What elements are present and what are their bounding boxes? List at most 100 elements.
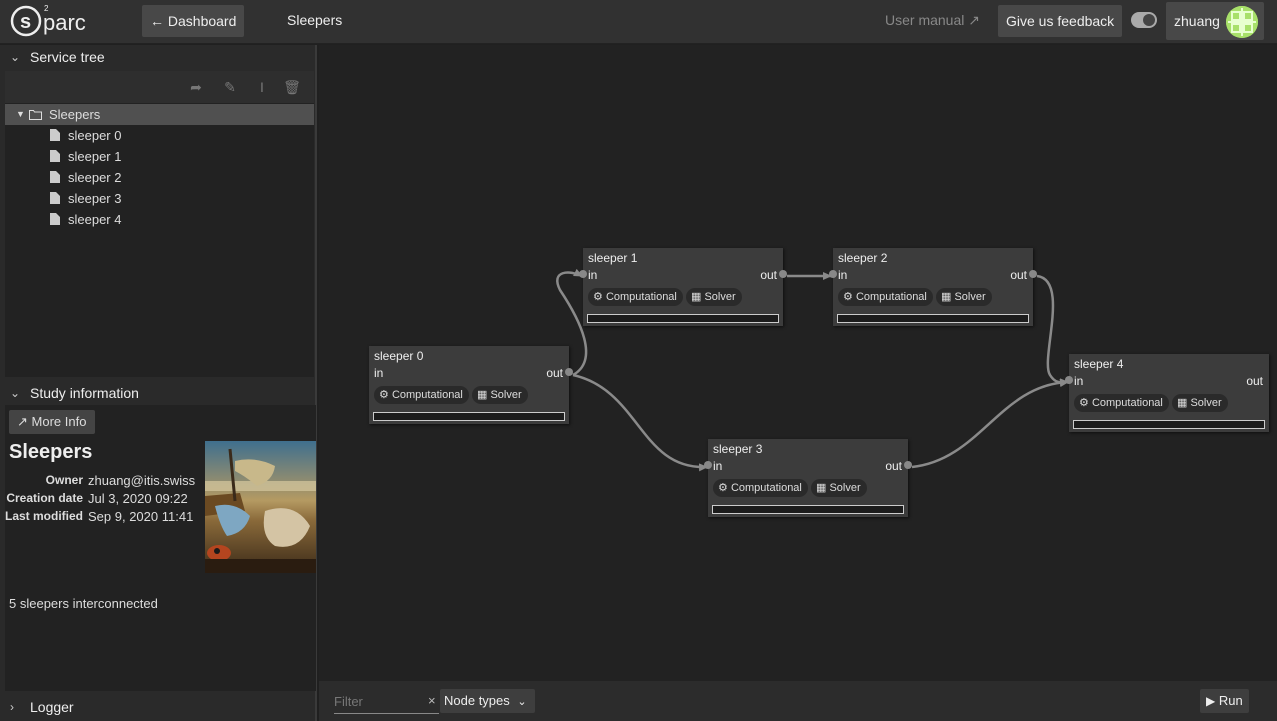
progress-bar xyxy=(1073,420,1265,429)
node-title: sleeper 3 xyxy=(713,442,763,456)
node-sleeper-2[interactable]: sleeper 2 in out ⚙ Computational ▦ Solve… xyxy=(829,248,1037,326)
file-icon xyxy=(50,129,60,141)
trash-icon[interactable]: 🗑 xyxy=(282,77,302,97)
input-port-label: in xyxy=(1074,374,1084,388)
theme-toggle[interactable] xyxy=(1131,12,1157,28)
dashboard-button[interactable]: ← Dashboard xyxy=(142,5,245,37)
computational-chip: ⚙ Computational xyxy=(374,386,469,404)
calculator-icon: ▦ xyxy=(691,291,702,303)
avatar xyxy=(1225,6,1258,39)
toggle-knob xyxy=(1143,14,1155,26)
progress-bar xyxy=(712,505,904,514)
study-thumbnail xyxy=(205,441,316,573)
chip-label: Computational xyxy=(605,291,677,303)
workbench-toolbar: Filter × Node types ⌄ ▶ Run xyxy=(319,681,1277,721)
solver-chip: ▦ Solver xyxy=(1172,394,1228,412)
more-info-button[interactable]: ↗ More Info xyxy=(9,410,96,434)
node-sleeper-4[interactable]: sleeper 4 in out ⚙ Computational ▦ Solve… xyxy=(1065,354,1269,432)
study-name: Sleepers xyxy=(9,441,93,463)
tree-item[interactable]: sleeper 2 xyxy=(5,167,314,188)
tree-item-label: sleeper 0 xyxy=(68,128,122,143)
run-button[interactable]: ▶ Run xyxy=(1200,689,1249,713)
service-tree: ➦ ✎ I 🗑 ▼ Sleepers sleeper 0 sleeper 1 s… xyxy=(5,71,314,377)
file-icon xyxy=(50,213,60,225)
chevron-down-icon: ⌄ xyxy=(10,386,21,400)
tree-item-root[interactable]: ▼ Sleepers xyxy=(5,104,314,125)
text-cursor-icon[interactable]: I xyxy=(252,77,272,97)
node-title: sleeper 1 xyxy=(588,251,638,265)
chevron-right-icon: › xyxy=(10,700,14,714)
gears-icon: ⚙ xyxy=(843,291,853,303)
feedback-button[interactable]: Give us feedback xyxy=(998,5,1123,37)
calculator-icon: ▦ xyxy=(941,291,952,303)
play-icon: ▶ xyxy=(1206,694,1216,708)
input-port[interactable] xyxy=(829,270,837,278)
gears-icon: ⚙ xyxy=(379,389,389,401)
study-info-header[interactable]: ⌄ Study information xyxy=(0,381,315,405)
node-title: sleeper 0 xyxy=(374,349,424,363)
node-sleeper-0[interactable]: sleeper 0 in out ⚙ Computational ▦ Solve… xyxy=(369,346,573,424)
chip-label: Computational xyxy=(855,291,927,303)
chip-label: Solver xyxy=(829,482,861,494)
output-port-label: out xyxy=(885,459,902,473)
node-title: sleeper 4 xyxy=(1074,357,1124,371)
filter-input[interactable]: Filter xyxy=(334,692,439,714)
dashboard-label: Dashboard xyxy=(167,13,237,29)
output-port[interactable] xyxy=(1029,270,1037,278)
last-modified-label: Last modified xyxy=(5,509,84,523)
tree-item[interactable]: sleeper 1 xyxy=(5,146,314,167)
tree-item[interactable]: sleeper 3 xyxy=(5,188,314,209)
share-icon[interactable]: ➦ xyxy=(186,77,206,97)
logger-header[interactable]: › Logger xyxy=(0,695,315,719)
last-modified-value: Sep 9, 2020 11:41 xyxy=(88,509,194,524)
calculator-icon: ▦ xyxy=(1177,397,1188,409)
tree-item[interactable]: sleeper 4 xyxy=(5,209,314,230)
solver-chip: ▦ Solver xyxy=(472,386,528,404)
chip-label: Solver xyxy=(1190,397,1222,409)
service-tree-header[interactable]: ⌄ Service tree xyxy=(0,45,315,69)
output-port[interactable] xyxy=(565,368,573,376)
output-port-label: out xyxy=(1010,268,1027,282)
computational-chip: ⚙ Computational xyxy=(838,288,933,306)
input-port[interactable] xyxy=(1065,376,1073,384)
chip-label: Solver xyxy=(954,291,986,303)
external-link-icon: ↗ xyxy=(17,414,28,429)
study-info-panel: ↗ More Info Sleepers Owner zhuang@itis.s… xyxy=(5,405,316,691)
osparc-logo[interactable]: s 2 parc xyxy=(10,3,110,39)
computational-chip: ⚙ Computational xyxy=(1074,394,1169,412)
user-manual-link[interactable]: User manual ↗ xyxy=(885,12,980,29)
file-icon xyxy=(50,171,60,183)
sidebar: ⌄ Service tree ➦ ✎ I 🗑 ▼ Sleepers sleepe… xyxy=(0,45,317,721)
owner-label: Owner xyxy=(45,473,83,487)
output-port-label: out xyxy=(1246,374,1263,388)
input-port[interactable] xyxy=(579,270,587,278)
svg-text:s: s xyxy=(20,11,31,33)
progress-bar xyxy=(373,412,565,421)
node-sleeper-1[interactable]: sleeper 1 in out ⚙ Computational ▦ Solve… xyxy=(579,248,787,326)
input-port[interactable] xyxy=(704,461,712,469)
tree-item-label: Sleepers xyxy=(49,107,101,122)
output-port[interactable] xyxy=(779,270,787,278)
node-sleeper-3[interactable]: sleeper 3 in out ⚙ Computational ▦ Solve… xyxy=(704,439,912,517)
user-menu-button[interactable]: zhuang xyxy=(1166,2,1264,40)
chip-label: Computational xyxy=(1091,397,1163,409)
output-port-label: out xyxy=(760,268,777,282)
tree-item[interactable]: sleeper 0 xyxy=(5,125,314,146)
chip-label: Solver xyxy=(704,291,736,303)
computational-chip: ⚙ Computational xyxy=(713,479,808,497)
output-port[interactable] xyxy=(904,461,912,469)
computational-chip: ⚙ Computational xyxy=(588,288,683,306)
node-types-dropdown[interactable]: Node types ⌄ xyxy=(440,689,535,713)
chip-label: Computational xyxy=(730,482,802,494)
clear-filter-icon[interactable]: × xyxy=(428,693,436,708)
tree-toolbar: ➦ ✎ I 🗑 xyxy=(5,71,314,103)
edit-icon[interactable]: ✎ xyxy=(220,77,240,97)
study-description: 5 sleepers interconnected xyxy=(9,596,158,611)
owner-value: zhuang@itis.swiss xyxy=(88,473,196,488)
study-info-title: Study information xyxy=(30,385,139,401)
input-port-label: in xyxy=(838,268,848,282)
tree-item-label: sleeper 3 xyxy=(68,191,122,206)
gears-icon: ⚙ xyxy=(718,482,728,494)
progress-bar xyxy=(837,314,1029,323)
svg-text:parc: parc xyxy=(43,10,86,35)
